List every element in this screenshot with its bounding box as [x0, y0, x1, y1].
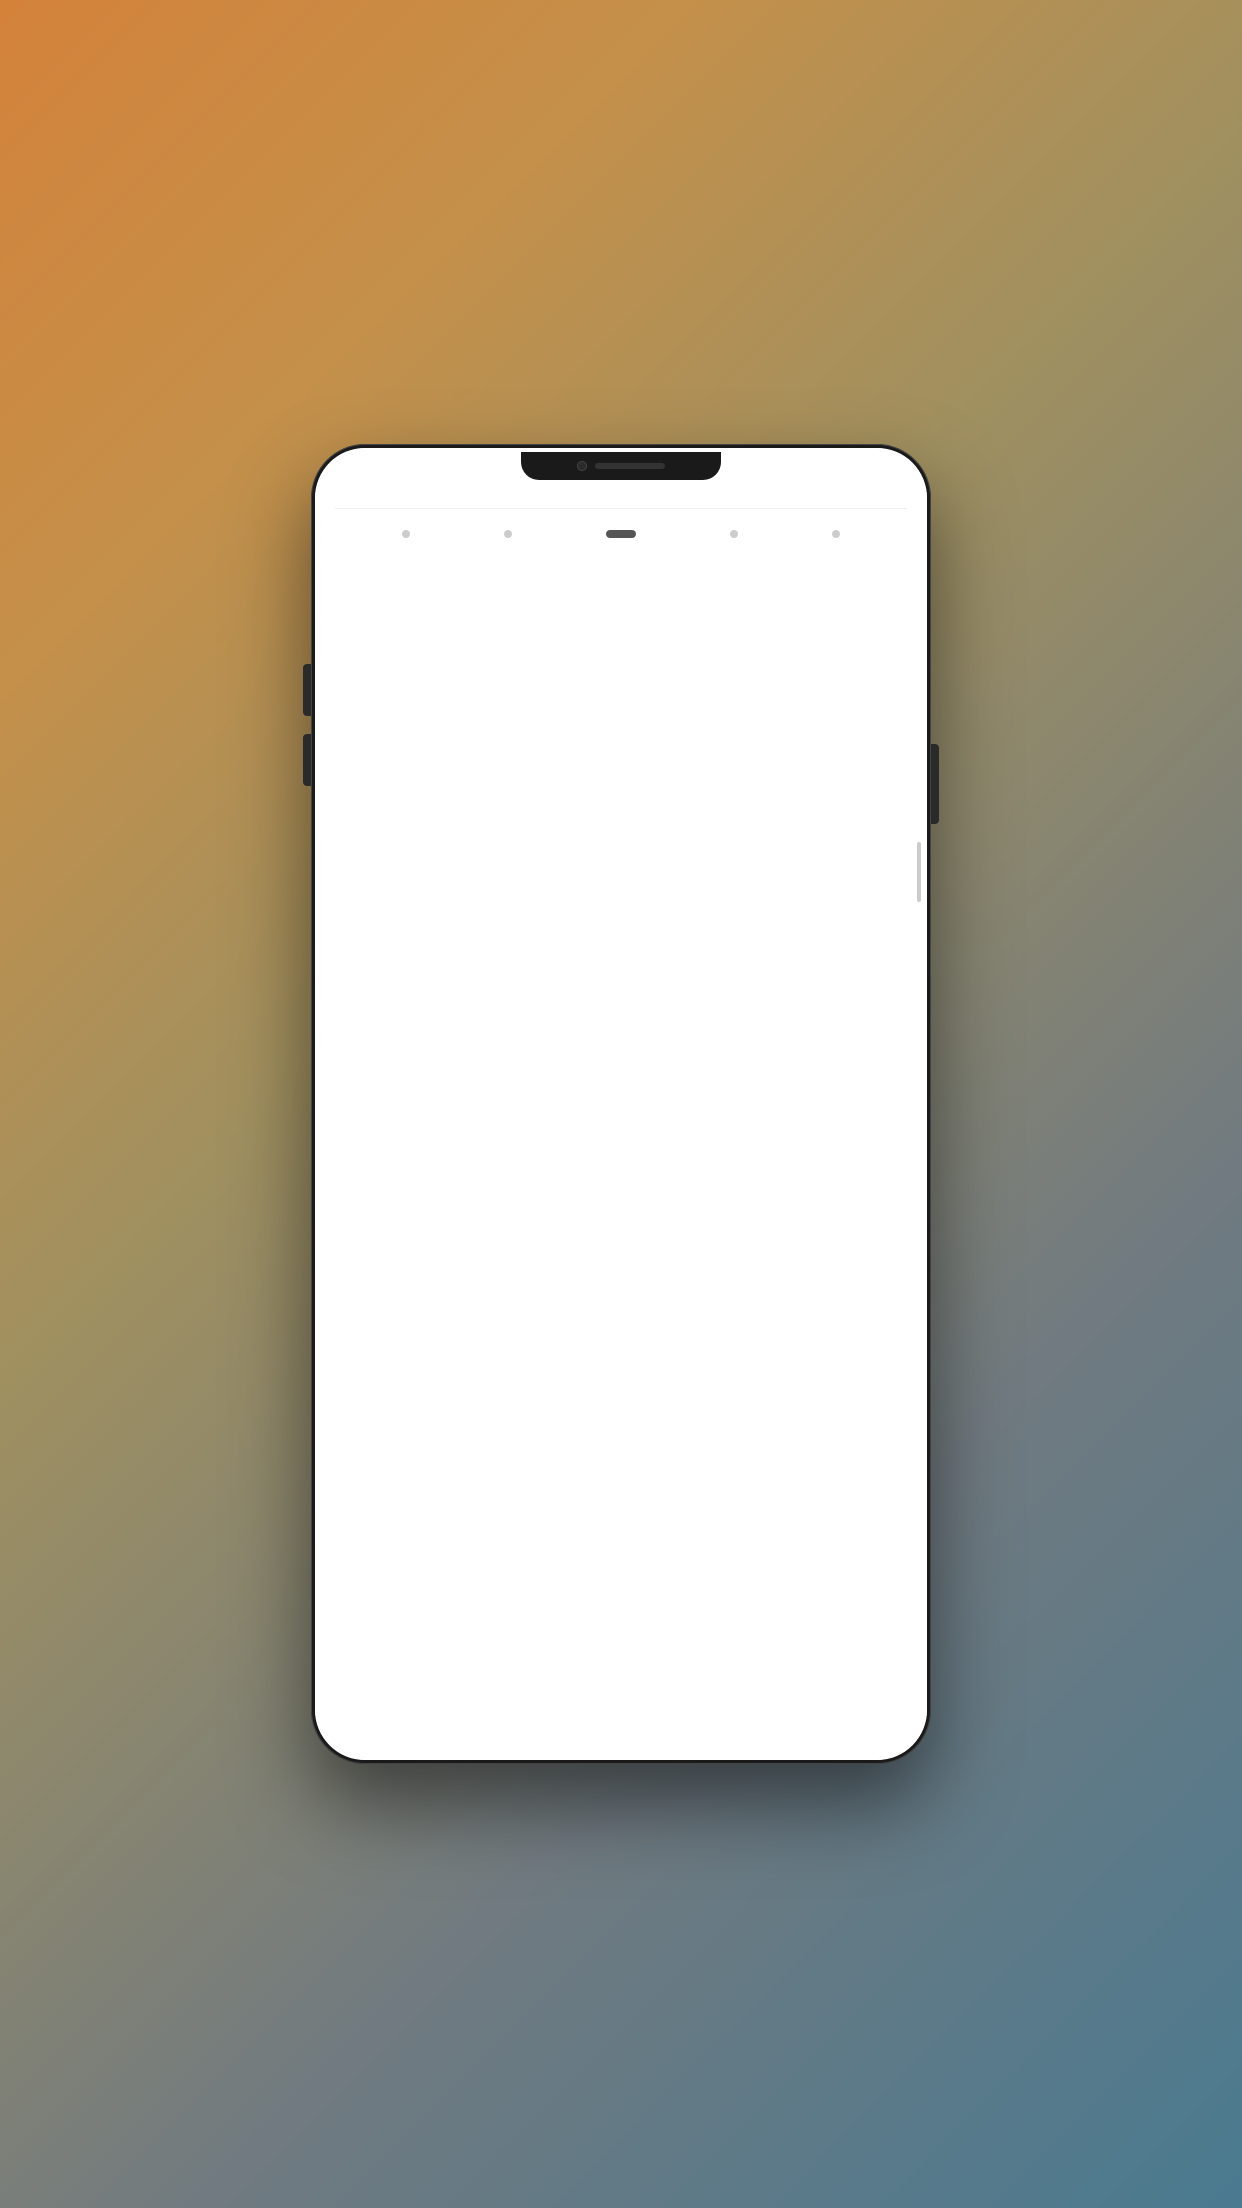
vol-up-button: [303, 664, 311, 716]
nav-dot-3: [606, 530, 636, 538]
nav-dot-4: [730, 530, 738, 538]
nav-dot-1: [402, 530, 410, 538]
bottom-nav: [335, 508, 907, 558]
notch: [521, 452, 721, 480]
phone-frame: [311, 444, 931, 1764]
nav-dot-5: [832, 530, 840, 538]
vol-down-button: [303, 734, 311, 786]
camera: [577, 461, 587, 471]
nav-dot-2: [504, 530, 512, 538]
speaker: [595, 463, 665, 469]
scrollbar: [917, 842, 921, 902]
screen-content[interactable]: [315, 448, 927, 1760]
power-button: [931, 744, 939, 824]
volume-buttons: [303, 664, 311, 786]
phone-screen: [315, 448, 927, 1760]
